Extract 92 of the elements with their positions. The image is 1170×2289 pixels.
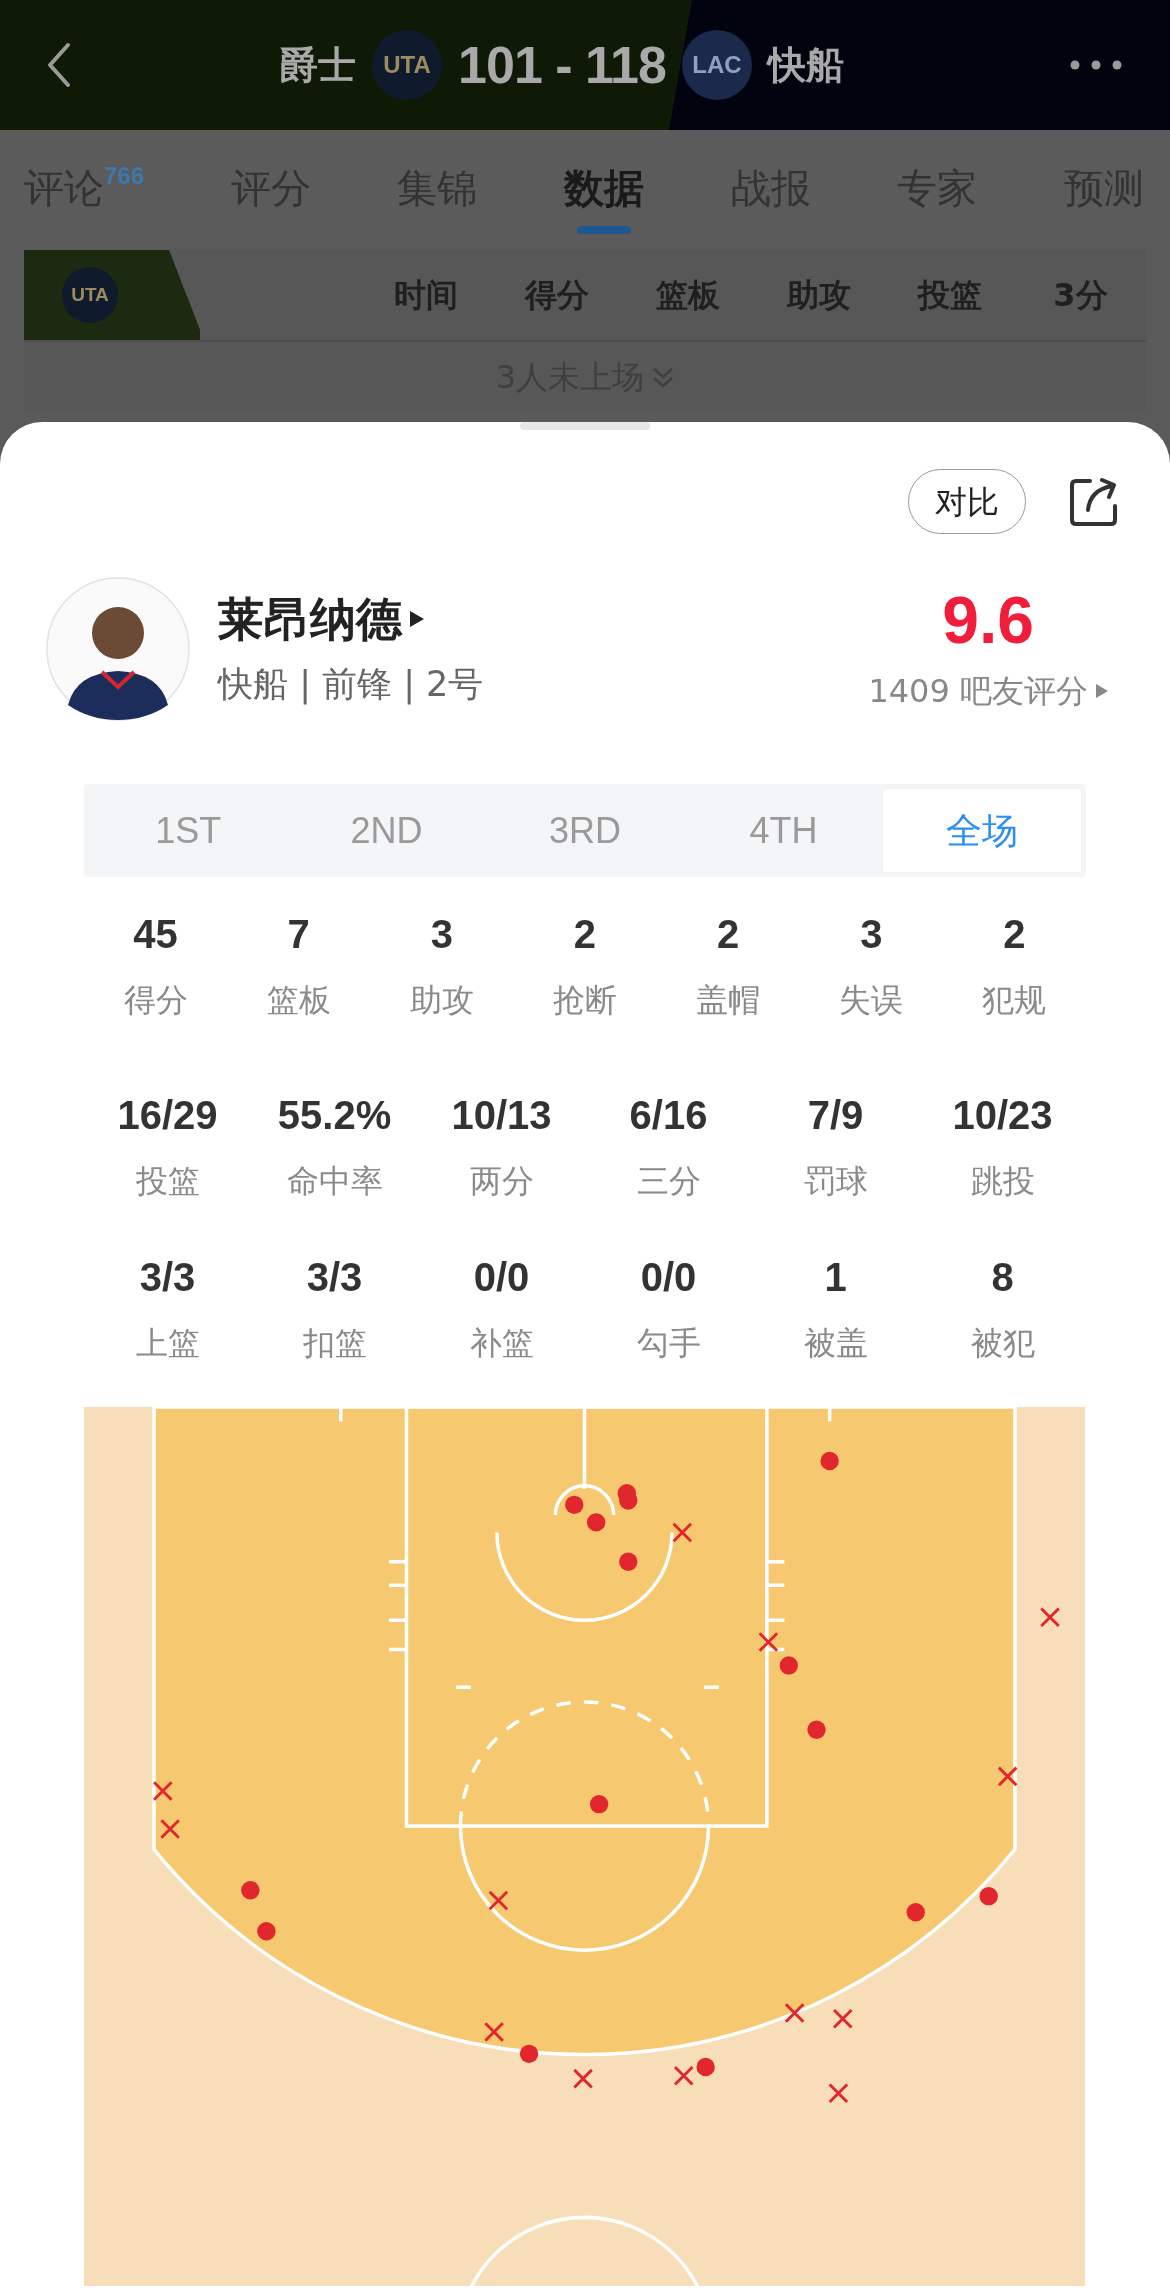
- stat-label: 被盖: [803, 1323, 868, 1364]
- stat-value: 7: [287, 911, 310, 958]
- missed-shot-marker: [784, 2002, 805, 2024]
- stat-label: 犯规: [982, 980, 1047, 1021]
- missed-shot-marker: [483, 2021, 505, 2043]
- made-shot-marker: [807, 1720, 826, 1739]
- made-shot-marker: [696, 2057, 715, 2077]
- stat-value: 6/16: [629, 1092, 708, 1139]
- stat-value: 1: [824, 1254, 847, 1301]
- column-header: 篮板: [654, 275, 721, 316]
- missed-shot-marker: [159, 1818, 181, 1840]
- stat-label: 助攻: [409, 980, 474, 1021]
- column-header: 得分: [523, 275, 590, 316]
- stat-label: 三分: [636, 1161, 701, 1202]
- made-shot-marker: [241, 1881, 260, 1900]
- compare-button[interactable]: 对比: [908, 469, 1026, 534]
- stat-label: 命中率: [286, 1161, 383, 1202]
- score: 101 - 118: [458, 35, 666, 96]
- missed-shot-marker: [758, 1631, 779, 1653]
- rating-count[interactable]: 1409 吧友评分: [868, 669, 1088, 713]
- stat-label: 篮板: [266, 980, 331, 1021]
- period-tab[interactable]: 全场: [882, 789, 1082, 872]
- missed-shot-marker: [828, 2083, 849, 2104]
- stat-value: 3: [860, 911, 883, 958]
- stat-label: 罚球: [803, 1161, 868, 1202]
- stat-label: 跳投: [970, 1161, 1035, 1202]
- stat-value: 2: [1003, 911, 1026, 958]
- stat-label: 抢断: [553, 980, 617, 1021]
- stat-value: 2: [717, 911, 740, 958]
- stat-value: 45: [133, 911, 178, 958]
- made-shot-marker: [519, 2044, 539, 2064]
- stat-label: 盖帽: [696, 980, 761, 1021]
- period-tab[interactable]: 2ND: [287, 789, 486, 872]
- made-shot-marker: [565, 1495, 584, 1515]
- player-info: 快船 | 前锋 | 2号: [218, 663, 485, 707]
- period-tab[interactable]: 1ST: [89, 789, 288, 872]
- missed-shot-marker: [152, 1780, 173, 1802]
- stat-value: 0/0: [640, 1254, 697, 1301]
- team-name: 爵士: [280, 41, 357, 89]
- stat-value: 3/3: [306, 1254, 363, 1301]
- stat-value: 55.2%: [277, 1092, 392, 1139]
- made-shot-marker: [257, 1922, 276, 1941]
- column-header: 投篮: [916, 275, 983, 316]
- made-shot-marker: [619, 1552, 638, 1571]
- stat-label: 补篮: [469, 1323, 534, 1364]
- team-logo: UTA: [372, 30, 443, 100]
- made-shot-marker: [820, 1451, 839, 1471]
- period-tab[interactable]: 3RD: [485, 789, 685, 872]
- stat-label: 两分: [469, 1161, 534, 1202]
- missed-shot-marker: [488, 1890, 509, 1911]
- made-shot-marker: [779, 1656, 798, 1675]
- missed-shot-marker: [572, 2068, 594, 2089]
- stat-label: 上篮: [135, 1323, 200, 1364]
- stat-label: 得分: [123, 980, 188, 1021]
- more-icon[interactable]: [1070, 60, 1122, 70]
- caret-icon[interactable]: [410, 611, 424, 627]
- made-shot-marker: [906, 1903, 925, 1922]
- stat-value: 10/13: [451, 1092, 552, 1139]
- made-shot-marker: [979, 1886, 998, 1906]
- stat-value: 3/3: [139, 1254, 196, 1301]
- missed-shot-marker: [832, 2008, 853, 2029]
- drag-handle[interactable]: [520, 422, 650, 430]
- stat-value: 3: [430, 911, 453, 958]
- tab[interactable]: 数据: [558, 157, 650, 234]
- missed-shot-marker: [1039, 1607, 1061, 1628]
- stat-value: 8: [991, 1254, 1014, 1301]
- stat-label: 扣篮: [302, 1323, 367, 1364]
- stat-label: 勾手: [636, 1323, 701, 1364]
- team-name: 快船: [767, 41, 844, 89]
- stat-value: 10/23: [952, 1092, 1053, 1139]
- player-avatar[interactable]: [46, 577, 190, 721]
- stat-value: 0/0: [473, 1254, 530, 1301]
- stat-label: 失误: [839, 980, 904, 1021]
- share-icon[interactable]: [1068, 475, 1120, 528]
- player-rating: 9.6: [942, 585, 1035, 655]
- column-header: 3分: [1052, 275, 1109, 316]
- player-name[interactable]: 莱昂纳德: [218, 591, 402, 647]
- column-header: 助攻: [785, 275, 852, 316]
- team-logo: LAC: [681, 30, 752, 100]
- made-shot-marker: [589, 1794, 609, 1814]
- period-tab[interactable]: 4TH: [684, 789, 883, 872]
- stat-label: 投篮: [135, 1161, 200, 1202]
- stat-value: 7/9: [807, 1092, 864, 1139]
- stat-label: 被犯: [970, 1323, 1035, 1364]
- missed-shot-marker: [673, 2065, 694, 2086]
- made-shot-marker: [587, 1513, 606, 1532]
- stat-value: 2: [573, 911, 597, 958]
- stat-value: 16/29: [117, 1092, 218, 1139]
- missed-shot-marker: [672, 1522, 693, 1543]
- column-header: 时间: [392, 275, 459, 316]
- missed-shot-marker: [997, 1766, 1018, 1787]
- team-logo: UTA: [62, 267, 118, 323]
